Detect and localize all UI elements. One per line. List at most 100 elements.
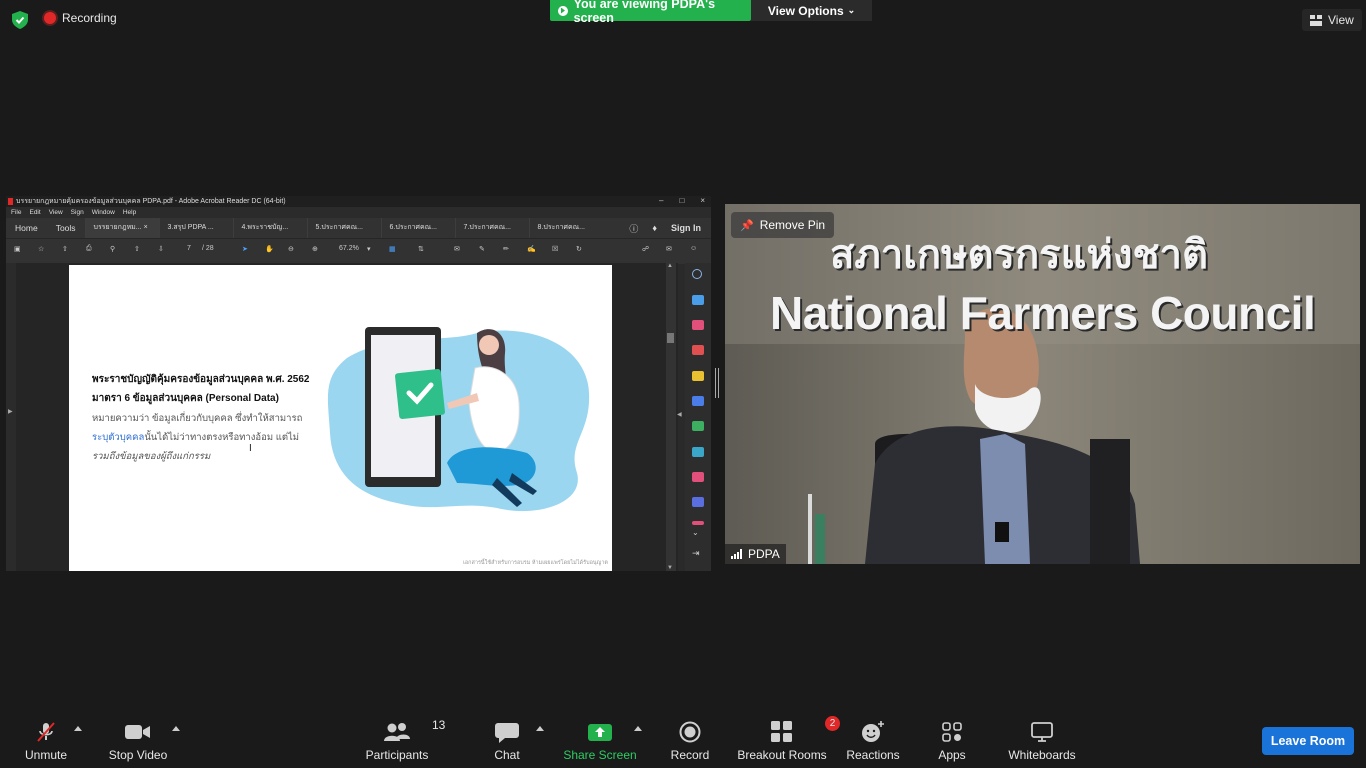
zoom-search-icon[interactable]: ⚲ xyxy=(110,245,115,253)
doc-tab-5[interactable]: 6.ประกาศคณ... xyxy=(380,218,455,238)
collapse-right-panel-icon[interactable]: ◀ xyxy=(677,411,682,418)
protect-icon[interactable] xyxy=(692,497,704,507)
account-icon[interactable]: ☺ xyxy=(690,245,697,252)
doc-tab-4[interactable]: 5.ประกาศคณ... xyxy=(306,218,381,238)
security-shield-icon[interactable] xyxy=(12,11,28,29)
create-pdf-icon[interactable] xyxy=(692,320,704,330)
hand-tool-icon[interactable]: ✋ xyxy=(265,245,274,253)
doc-tab-1[interactable]: บรรยายกฎหม... × xyxy=(84,218,159,238)
menu-file[interactable]: File xyxy=(11,209,21,216)
fill-sign-tool-icon[interactable] xyxy=(692,472,704,482)
zoom-in-icon[interactable]: ⊕ xyxy=(312,245,318,253)
scroll-up-icon[interactable]: ▲ xyxy=(667,263,673,269)
participant-video[interactable]: สภาเกษตรกรแห่งชาติ National Farmers Coun… xyxy=(725,204,1360,564)
help-icon[interactable]: ⓘ xyxy=(629,222,638,235)
menu-view[interactable]: View xyxy=(49,209,63,216)
apps-button[interactable]: Apps xyxy=(936,720,968,762)
doc-tab-2[interactable]: 3.สรุป PDPA ... xyxy=(158,218,233,238)
doc-tab-6[interactable]: 7.ประกาศคณ... xyxy=(454,218,529,238)
save-icon[interactable]: ▣ xyxy=(14,245,21,253)
participants-label: Participants xyxy=(365,748,429,762)
pdf-page: พระราชบัญญัติคุ้มครองข้อมูลส่วนบุคคล พ.ศ… xyxy=(69,265,612,571)
zoom-level[interactable]: 67.2% xyxy=(339,245,359,252)
audio-options-chevron-icon[interactable] xyxy=(74,726,82,731)
page-number-input[interactable]: 7 xyxy=(187,245,191,252)
collapse-rail-icon[interactable]: ⇥ xyxy=(692,548,704,558)
view-options-button[interactable]: View Options ⌄ xyxy=(751,0,872,21)
tools-chevron-down-icon[interactable]: ⌄ xyxy=(692,528,704,538)
shared-screen[interactable]: บรรยายกฎหมายคุ้มครองข้อมูลส่วนบุคคล PDPA… xyxy=(6,196,711,571)
menu-help[interactable]: Help xyxy=(123,209,136,216)
zoom-chevron-icon[interactable]: ▾ xyxy=(367,245,371,253)
doc-tab-3[interactable]: 4.พระราชบัญ... xyxy=(232,218,307,238)
participant-name-tag: PDPA xyxy=(725,544,786,564)
print-icon[interactable]: ⎙ xyxy=(86,245,92,253)
export-pdf-icon[interactable] xyxy=(692,295,704,305)
compress-pdf-icon[interactable] xyxy=(692,447,704,457)
participants-button[interactable]: 13 Participants xyxy=(364,718,446,762)
whiteboards-label: Whiteboards xyxy=(1008,748,1076,762)
text-cursor-icon: I xyxy=(249,443,252,454)
maximize-icon[interactable]: □ xyxy=(679,196,684,205)
doc-tab-7[interactable]: 8.ประกาศคณ... xyxy=(528,218,603,238)
highlight-text: ระบุตัวบุคคล xyxy=(92,432,145,443)
highlight-pen-icon[interactable]: ✎ xyxy=(479,245,485,253)
menu-sign[interactable]: Sign xyxy=(71,209,84,216)
combine-files-icon[interactable] xyxy=(692,396,704,406)
delete-icon[interactable]: ☒ xyxy=(552,245,558,253)
participants-count: 13 xyxy=(432,718,446,732)
whiteboards-button[interactable]: Whiteboards xyxy=(1006,720,1078,762)
unmute-button[interactable]: Unmute xyxy=(22,720,70,762)
video-options-chevron-icon[interactable] xyxy=(172,726,180,731)
comment-tool-icon[interactable] xyxy=(692,371,704,381)
breakout-rooms-button[interactable]: 2 Breakout Rooms xyxy=(737,716,840,762)
stop-video-button[interactable]: Stop Video xyxy=(106,720,170,762)
sign-in-button[interactable]: Sign In xyxy=(671,223,701,233)
panel-resize-handle[interactable] xyxy=(715,368,719,398)
share-screen-button[interactable]: Share Screen xyxy=(563,720,637,762)
vertical-scrollbar[interactable]: ▲ ▼ xyxy=(666,263,676,571)
organize-pages-icon[interactable] xyxy=(692,421,704,431)
record-button[interactable]: Record xyxy=(670,720,710,762)
page-down-icon[interactable]: ⇩ xyxy=(158,245,164,253)
left-panel-toggle[interactable]: ▶ xyxy=(6,263,16,571)
scrollbar-thumb[interactable] xyxy=(667,333,674,343)
tab-home[interactable]: Home xyxy=(6,223,47,233)
view-label: View xyxy=(1328,13,1354,27)
select-cursor-icon[interactable]: ➤ xyxy=(242,245,248,253)
chat-options-chevron-icon[interactable] xyxy=(536,726,544,731)
view-button[interactable]: View xyxy=(1302,9,1362,31)
grid-view-icon xyxy=(1310,14,1322,26)
fill-sign-icon[interactable]: ✍ xyxy=(527,245,536,253)
draw-icon[interactable]: ✏ xyxy=(503,245,509,253)
edit-pdf-icon[interactable] xyxy=(692,345,704,355)
fit-page-icon[interactable]: ▦ xyxy=(389,245,396,253)
zoom-out-icon[interactable]: ⊖ xyxy=(288,245,294,253)
close-icon[interactable]: × xyxy=(700,196,705,205)
comment-icon[interactable]: ✉ xyxy=(454,245,460,253)
tab-tools[interactable]: Tools xyxy=(47,223,85,233)
share-options-chevron-icon[interactable] xyxy=(634,726,642,731)
scroll-down-icon[interactable]: ▼ xyxy=(667,565,673,571)
email-icon[interactable]: ✉ xyxy=(666,245,672,253)
acrobat-tab-bar: Home Tools บรรยายกฎหม... × 3.สรุป PDPA .… xyxy=(6,218,711,238)
bookmark-star-icon[interactable]: ☆ xyxy=(38,245,44,253)
remove-pin-button[interactable]: 📌 Remove Pin xyxy=(731,212,835,238)
recording-indicator[interactable]: Recording xyxy=(44,11,117,25)
search-icon[interactable] xyxy=(692,269,702,279)
reactions-button[interactable]: Reactions xyxy=(846,720,900,762)
menu-edit[interactable]: Edit xyxy=(29,209,40,216)
menu-window[interactable]: Window xyxy=(92,209,115,216)
bell-icon[interactable]: ♦ xyxy=(652,223,657,233)
chat-button[interactable]: Chat xyxy=(491,720,523,762)
rotate-icon[interactable]: ↻ xyxy=(576,245,582,253)
more-tools-icon[interactable] xyxy=(692,521,704,525)
share-screen-icon xyxy=(588,724,612,741)
chat-bubble-icon xyxy=(495,723,519,743)
minimize-icon[interactable]: – xyxy=(659,196,663,205)
page-up-icon[interactable]: ⇧ xyxy=(134,245,140,253)
upload-icon[interactable]: ⇧ xyxy=(62,245,68,253)
share-link-icon[interactable]: ☍ xyxy=(642,245,649,253)
leave-room-button[interactable]: Leave Room xyxy=(1262,727,1354,755)
scroll-mode-icon[interactable]: ⇅ xyxy=(418,245,424,253)
